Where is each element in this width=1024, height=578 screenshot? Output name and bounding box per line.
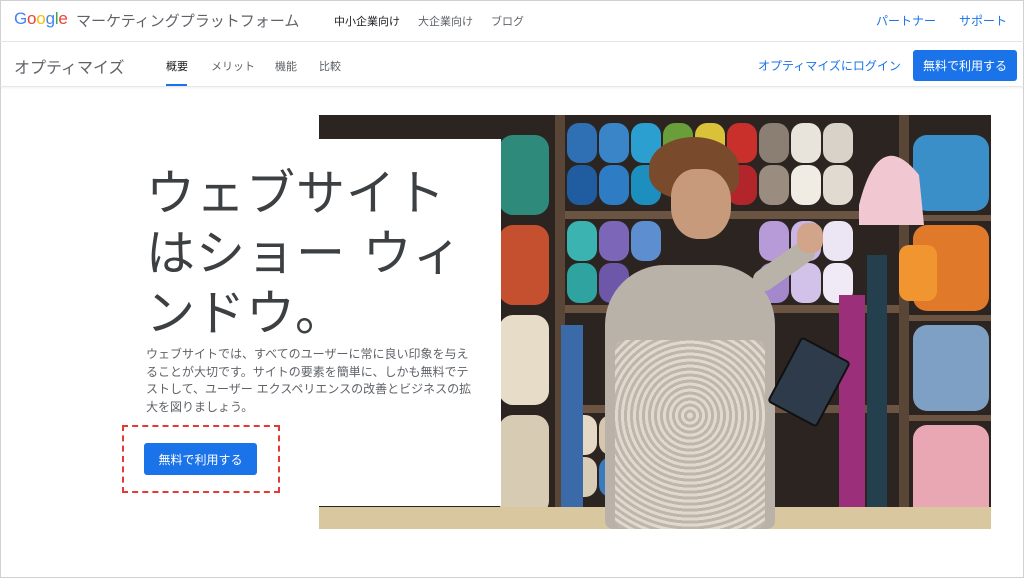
headline-line-3: ンドウ。 (146, 285, 346, 342)
support-link[interactable]: サポート (959, 12, 1007, 29)
tab-compare[interactable]: 比較 (319, 58, 341, 74)
active-tab-indicator (166, 84, 187, 86)
hero-headline: ウェブサイト はショー ウィ ンドウ。 (146, 164, 476, 344)
product-subnav: オプティマイズ 概要 メリット 機能 比較 オプティマイズにログイン (0, 42, 1024, 87)
hero-description: ウェブサイトでは、すべてのユーザーに常に良い印象を与えることが大切です。サイトの… (146, 347, 472, 414)
platform-name[interactable]: マーケティングプラットフォーム (76, 10, 299, 31)
tab-benefits[interactable]: メリット (211, 58, 255, 74)
nav-enterprise[interactable]: 大企業向け (418, 13, 473, 29)
headline-line-2: はショー ウィ (146, 225, 463, 282)
nav-blog[interactable]: ブログ (491, 13, 524, 29)
lace-shawl (615, 340, 765, 529)
try-free-button-header[interactable]: 無料で利用する (913, 50, 1017, 81)
headline-line-1: ウェブサイト (146, 165, 447, 222)
tab-features[interactable]: 機能 (275, 58, 297, 74)
person-head (671, 169, 731, 239)
annotation-highlight-box (122, 425, 280, 493)
tab-overview[interactable]: 概要 (166, 58, 188, 74)
google-logo[interactable]: Google (14, 9, 68, 29)
top-header: Google マーケティングプラットフォーム 中小企業向け 大企業向け ブログ … (0, 0, 1024, 42)
nav-small-business[interactable]: 中小企業向け (334, 13, 400, 29)
login-link[interactable]: オプティマイズにログイン (758, 57, 901, 74)
product-name[interactable]: オプティマイズ (14, 54, 125, 78)
partners-link[interactable]: パートナー (876, 12, 936, 29)
person-hand (797, 223, 823, 253)
